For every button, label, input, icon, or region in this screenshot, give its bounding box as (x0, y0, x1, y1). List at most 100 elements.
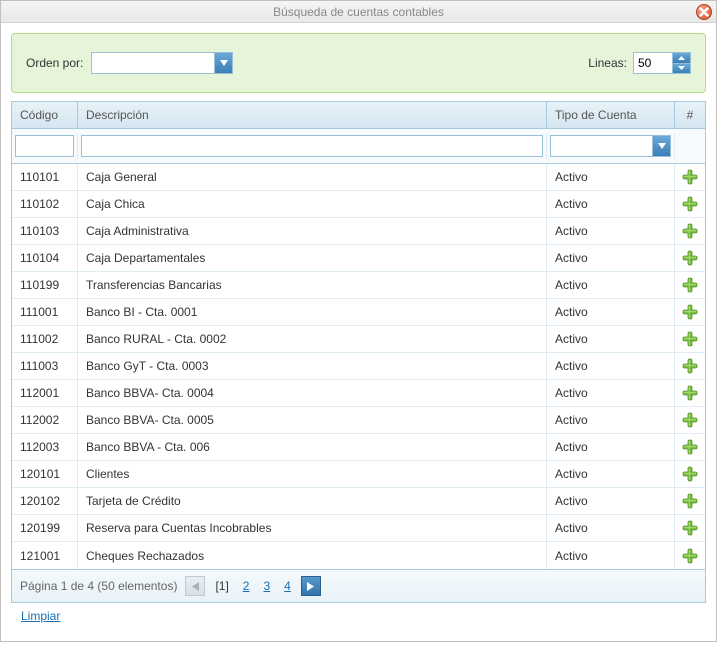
cell-codigo: 110104 (12, 245, 78, 271)
cell-descripcion: Transferencias Bancarias (78, 272, 547, 298)
cell-descripcion: Caja Chica (78, 191, 547, 217)
cell-descripcion: Cheques Rechazados (78, 542, 547, 569)
cell-codigo: 120102 (12, 488, 78, 514)
table-row: 110103Caja AdministrativaActivo (12, 218, 705, 245)
pager-page-1[interactable]: [1] (213, 579, 230, 593)
filter-input-codigo[interactable] (15, 135, 74, 157)
orden-por-select[interactable] (91, 52, 233, 74)
cell-tipo: Activo (547, 407, 675, 433)
table-row: 111003Banco GyT - Cta. 0003Activo (12, 353, 705, 380)
add-icon[interactable] (682, 520, 698, 536)
lineas-spin-down[interactable] (673, 64, 690, 74)
cell-descripcion: Banco GyT - Cta. 0003 (78, 353, 547, 379)
add-icon[interactable] (682, 169, 698, 185)
cell-action (675, 218, 705, 244)
add-icon[interactable] (682, 196, 698, 212)
add-icon[interactable] (682, 358, 698, 374)
col-header-descripcion[interactable]: Descripción (78, 102, 547, 128)
table-row: 120102Tarjeta de CréditoActivo (12, 488, 705, 515)
cell-descripcion: Reserva para Cuentas Incobrables (78, 515, 547, 541)
pager-page-2[interactable]: 2 (241, 579, 252, 593)
filter-cell-action (675, 133, 705, 159)
cell-action (675, 164, 705, 190)
add-icon[interactable] (682, 304, 698, 320)
pager-page-3[interactable]: 3 (261, 579, 272, 593)
cell-tipo: Activo (547, 272, 675, 298)
orden-por-label: Orden por: (26, 56, 83, 70)
filter-tipo-input[interactable] (551, 136, 652, 156)
cell-tipo: Activo (547, 515, 675, 541)
cell-action (675, 326, 705, 352)
limpiar-link[interactable]: Limpiar (11, 603, 70, 631)
add-icon[interactable] (682, 412, 698, 428)
cell-codigo: 111003 (12, 353, 78, 379)
add-icon[interactable] (682, 277, 698, 293)
cell-tipo: Activo (547, 299, 675, 325)
cell-descripcion: Banco RURAL - Cta. 0002 (78, 326, 547, 352)
col-header-tipo[interactable]: Tipo de Cuenta (547, 102, 675, 128)
lineas-label: Lineas: (588, 56, 627, 70)
cell-codigo: 111002 (12, 326, 78, 352)
table-row: 111002Banco RURAL - Cta. 0002Activo (12, 326, 705, 353)
pager-next-button[interactable] (301, 576, 321, 596)
cell-codigo: 120199 (12, 515, 78, 541)
cell-action (675, 488, 705, 514)
lineas-spin-up[interactable] (673, 53, 690, 64)
cell-action (675, 191, 705, 217)
filter-right: Lineas: (588, 52, 691, 74)
add-icon[interactable] (682, 439, 698, 455)
add-icon[interactable] (682, 223, 698, 239)
add-icon[interactable] (682, 331, 698, 347)
filter-tipo-dropdown-btn[interactable] (652, 136, 670, 156)
cell-descripcion: Banco BBVA- Cta. 0004 (78, 380, 547, 406)
cell-descripcion: Banco BBVA- Cta. 0005 (78, 407, 547, 433)
filter-cell-descripcion (78, 133, 547, 159)
search-window: Búsqueda de cuentas contables Orden por:… (0, 0, 717, 642)
pager-prev-button[interactable] (185, 576, 205, 596)
cell-descripcion: Clientes (78, 461, 547, 487)
close-button[interactable] (696, 4, 712, 20)
table-row: 112003Banco BBVA - Cta. 006Activo (12, 434, 705, 461)
cell-action (675, 515, 705, 541)
cell-action (675, 461, 705, 487)
cell-action (675, 407, 705, 433)
filter-cell-tipo (547, 133, 675, 159)
pager-pages: [1] 234 (213, 579, 292, 593)
cell-action (675, 434, 705, 460)
cell-action (675, 245, 705, 271)
filter-input-descripcion[interactable] (81, 135, 543, 157)
orden-por-input[interactable] (92, 53, 214, 73)
cell-codigo: 120101 (12, 461, 78, 487)
table-row: 111001Banco BI - Cta. 0001Activo (12, 299, 705, 326)
lineas-spin-buttons (672, 53, 690, 73)
lineas-spin[interactable] (633, 52, 691, 74)
cell-tipo: Activo (547, 164, 675, 190)
table-row: 110102Caja ChicaActivo (12, 191, 705, 218)
add-icon[interactable] (682, 466, 698, 482)
chevron-right-icon (307, 582, 314, 591)
add-icon[interactable] (682, 493, 698, 509)
close-icon (697, 5, 711, 19)
add-icon[interactable] (682, 385, 698, 401)
filter-tipo-select[interactable] (550, 135, 671, 157)
window-title: Búsqueda de cuentas contables (273, 5, 444, 19)
cell-codigo: 110102 (12, 191, 78, 217)
cell-codigo: 110103 (12, 218, 78, 244)
table-row: 112001Banco BBVA- Cta. 0004Activo (12, 380, 705, 407)
pager-page-4[interactable]: 4 (282, 579, 293, 593)
col-header-codigo[interactable]: Código (12, 102, 78, 128)
cell-descripcion: Banco BI - Cta. 0001 (78, 299, 547, 325)
grid-pager: Página 1 de 4 (50 elementos) [1] 234 (12, 569, 705, 602)
filter-left: Orden por: (26, 52, 233, 74)
cell-descripcion: Banco BBVA - Cta. 006 (78, 434, 547, 460)
add-icon[interactable] (682, 250, 698, 266)
cell-tipo: Activo (547, 353, 675, 379)
lineas-input[interactable] (634, 53, 672, 73)
filter-panel: Orden por: Lineas: (11, 33, 706, 93)
orden-por-dropdown-btn[interactable] (214, 53, 232, 73)
cell-codigo: 112001 (12, 380, 78, 406)
pager-summary: Página 1 de 4 (50 elementos) (20, 579, 177, 593)
cell-action (675, 299, 705, 325)
add-icon[interactable] (682, 548, 698, 564)
cell-tipo: Activo (547, 461, 675, 487)
